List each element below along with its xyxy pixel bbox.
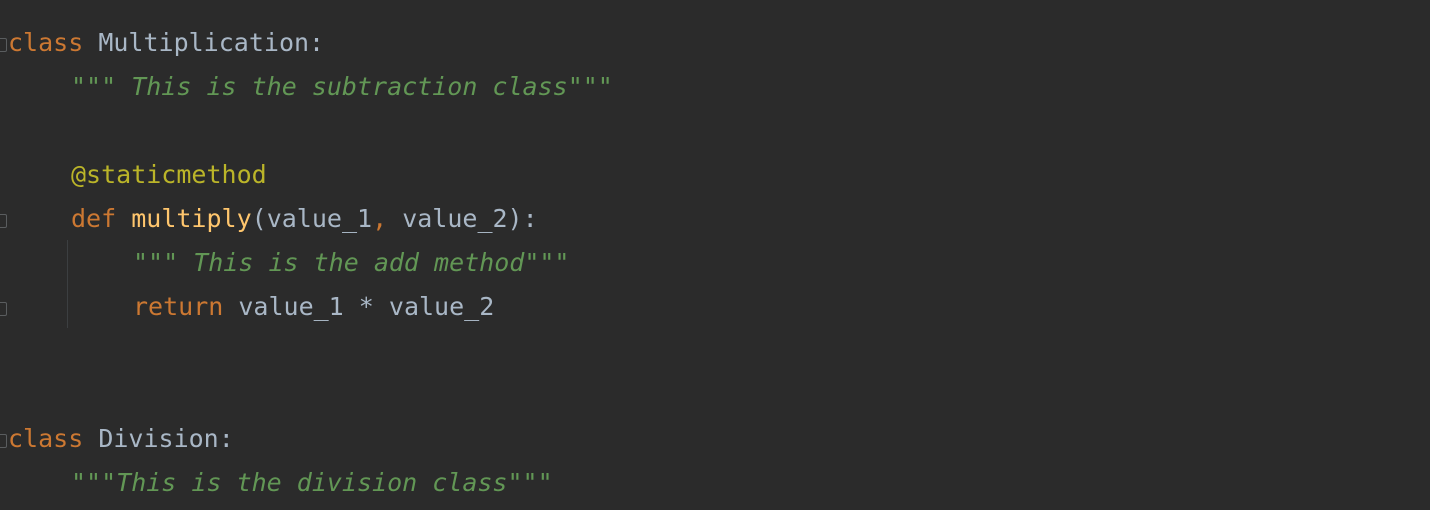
- param: value_1: [266, 204, 373, 233]
- colon: :: [309, 28, 325, 57]
- fold-marker-icon[interactable]: [0, 214, 7, 228]
- colon: :: [218, 424, 234, 453]
- expression: value_1 * value_2: [238, 292, 495, 321]
- keyword: class: [8, 424, 84, 453]
- docstring: """This is the division class""": [71, 468, 553, 497]
- fold-marker-icon[interactable]: [0, 38, 7, 52]
- code-line-docstring[interactable]: """This is the division class""": [71, 461, 553, 505]
- paren-open: (: [251, 204, 267, 233]
- docstring: """ This is the add method""": [133, 248, 570, 277]
- code-line-class-multiplication[interactable]: class Multiplication:: [8, 21, 324, 65]
- comma: ,: [372, 204, 388, 233]
- code-line-docstring[interactable]: """ This is the subtraction class""": [71, 65, 613, 109]
- keyword: return: [133, 292, 224, 321]
- class-name: Multiplication: [98, 28, 310, 57]
- code-line-docstring[interactable]: """ This is the add method""": [133, 241, 570, 285]
- paren-close: ):: [507, 204, 538, 233]
- code-line-return[interactable]: return value_1 * value_2: [133, 285, 494, 329]
- code-line-def-multiply[interactable]: def multiply(value_1, value_2):: [71, 197, 538, 241]
- code-line-decorator[interactable]: @staticmethod: [71, 153, 267, 197]
- function-name: multiply: [131, 204, 252, 233]
- docstring: """ This is the subtraction class""": [71, 72, 613, 101]
- fold-marker-icon[interactable]: [0, 434, 7, 448]
- fold-marker-icon[interactable]: [0, 302, 7, 316]
- code-editor[interactable]: class Multiplication: """ This is the su…: [0, 0, 1430, 510]
- keyword: def: [71, 204, 117, 233]
- code-line-class-division[interactable]: class Division:: [8, 417, 234, 461]
- keyword: class: [8, 28, 84, 57]
- indent-guide: [67, 240, 68, 328]
- param: value_2: [402, 204, 508, 233]
- class-name: Division: [98, 424, 219, 453]
- decorator: @staticmethod: [71, 160, 267, 189]
